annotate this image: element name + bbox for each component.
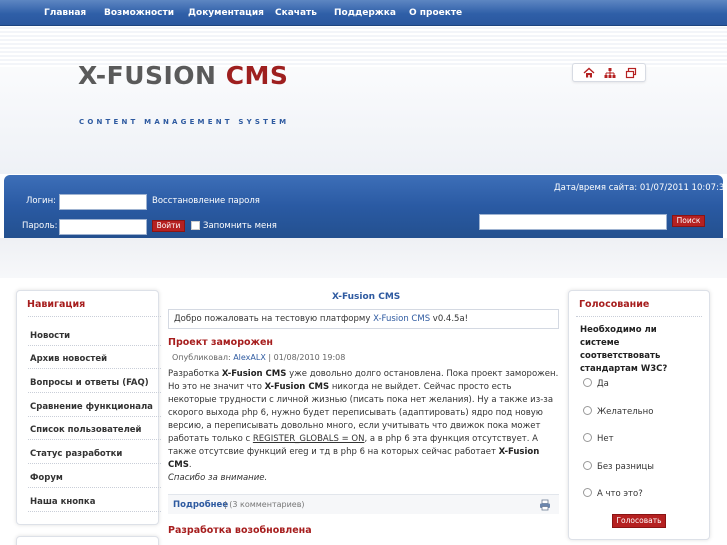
sidebar-item-news[interactable]: Новости <box>30 331 150 341</box>
poll-option-label: А что это? <box>597 489 643 499</box>
sidebar-item-news-archive[interactable]: Архив новостей <box>30 354 150 364</box>
nav-divider <box>28 345 161 346</box>
nav-features[interactable]: Возможности <box>104 8 174 18</box>
sidebar-item-user-list[interactable]: Список пользователей <box>30 425 150 435</box>
poll-option[interactable]: Да <box>583 378 609 389</box>
published-by-label: Опубликовал: <box>172 353 234 362</box>
poll-option-label: Да <box>597 379 609 389</box>
sidebar-item-forum[interactable]: Форум <box>30 473 150 483</box>
poll-option-label: Без разницы <box>597 462 654 472</box>
nav-divider <box>28 392 161 393</box>
nav-download[interactable]: Скачать <box>275 8 317 18</box>
header-icon-group <box>572 63 646 82</box>
welcome-box: Добро пожаловать на тестовую платформу X… <box>168 309 559 329</box>
home-icon[interactable] <box>583 67 595 79</box>
poll-option-label: Нет <box>597 434 614 444</box>
sidebar-item-dev-status[interactable]: Статус разработки <box>30 449 150 459</box>
password-input[interactable] <box>59 219 147 235</box>
remember-me-label: Запомнить меня <box>203 221 277 231</box>
top-navigation-bar: Главная Возможности Документация Скачать… <box>0 0 727 26</box>
site-header <box>0 27 727 174</box>
sitemap-icon[interactable] <box>604 67 616 79</box>
comments-count[interactable]: | (3 комментариев) <box>224 500 305 509</box>
poll-option[interactable]: А что это? <box>583 488 643 499</box>
poll-option[interactable]: Без разницы <box>583 461 654 472</box>
poll-question: Необходимо ли системе соответствовать ст… <box>580 325 668 374</box>
password-recovery-link[interactable]: Восстановление пароля <box>152 196 260 206</box>
logo-subtitle: CONTENT MANAGEMENT SYSTEM <box>79 118 290 126</box>
news-bold-text: X-Fusion CMS <box>221 369 287 379</box>
nav-divider <box>28 439 161 440</box>
news-closing: Спасибо за внимание. <box>168 473 268 483</box>
nav-divider <box>28 368 161 369</box>
remember-me-checkbox[interactable] <box>191 221 200 230</box>
news-title[interactable]: Проект заморожен <box>168 337 273 348</box>
welcome-link[interactable]: X-Fusion CMS <box>373 314 430 324</box>
radio-button[interactable] <box>583 406 592 415</box>
news-title[interactable]: Разработка возобновлена <box>168 525 312 536</box>
nav-home[interactable]: Главная <box>44 8 86 18</box>
news-bold-text: X-Fusion CMS <box>264 382 330 392</box>
site-datetime: Дата/время сайта: 01/07/2011 10:07:35 <box>554 183 727 193</box>
poll-option[interactable]: Нет <box>583 433 614 444</box>
poll-option[interactable]: Желательно <box>583 406 653 417</box>
password-label: Пароль: <box>22 221 58 231</box>
nav-divider <box>28 511 161 512</box>
poll-option-label: Желательно <box>597 407 654 417</box>
nav-support[interactable]: Поддержка <box>334 8 396 18</box>
news-text: . <box>188 460 192 470</box>
navigation-title: Навигация <box>27 299 86 310</box>
news-underlined-text: REGISTER_GLOBALS = ON <box>252 434 365 444</box>
login-label: Логин: <box>26 196 57 206</box>
sidebar-item-feature-comparison[interactable]: Сравнение функционала <box>30 402 153 412</box>
welcome-version: v0.4.5a! <box>430 314 469 324</box>
news-date: | 01/08/2010 19:08 <box>265 353 346 362</box>
news-footer: Подробнее | (3 комментариев) <box>168 494 559 514</box>
nav-divider <box>28 463 161 464</box>
read-more-link[interactable]: Подробнее <box>173 500 228 510</box>
radio-button[interactable] <box>583 378 592 387</box>
windows-icon[interactable] <box>625 67 637 79</box>
nav-divider <box>28 487 161 488</box>
news-meta: Опубликовал: AlexALX | 01/08/2010 19:08 <box>172 353 345 362</box>
login-band: Логин: Восстановление пароля Пароль: Вой… <box>4 175 727 238</box>
band-shadow <box>0 238 727 278</box>
radio-button[interactable] <box>583 433 592 442</box>
page-title: X-Fusion CMS <box>332 292 401 302</box>
radio-button[interactable] <box>583 488 592 497</box>
welcome-text: Добро пожаловать на тестовую платформу <box>174 314 374 324</box>
print-icon[interactable] <box>539 499 551 511</box>
nav-documentation[interactable]: Документация <box>188 8 264 18</box>
vote-button[interactable]: Голосовать <box>612 514 666 528</box>
secondary-panel <box>16 536 159 545</box>
poll-title: Голосование <box>579 299 650 310</box>
site-logo[interactable]: X-FUSION CMS <box>78 61 288 90</box>
poll-divider <box>576 316 702 317</box>
sidebar-item-our-button[interactable]: Наша кнопка <box>30 497 150 507</box>
login-input[interactable] <box>59 194 147 210</box>
sidebar-item-faq[interactable]: Вопросы и ответы (FAQ) <box>30 378 150 388</box>
logo-title-accent: CMS <box>225 61 289 90</box>
nav-divider <box>28 316 161 317</box>
news-body: Разработка X-Fusion CMS уже довольно дол… <box>168 368 560 472</box>
nav-about[interactable]: О проекте <box>409 8 462 18</box>
logo-title-main: X-FUSION <box>78 61 217 90</box>
search-input[interactable] <box>479 214 667 230</box>
nav-divider <box>28 416 161 417</box>
news-author-link[interactable]: AlexALX <box>233 353 266 362</box>
search-button[interactable]: Поиск <box>672 215 705 227</box>
login-button[interactable]: Войти <box>152 220 185 232</box>
radio-button[interactable] <box>583 461 592 470</box>
news-text: Разработка <box>168 369 222 379</box>
